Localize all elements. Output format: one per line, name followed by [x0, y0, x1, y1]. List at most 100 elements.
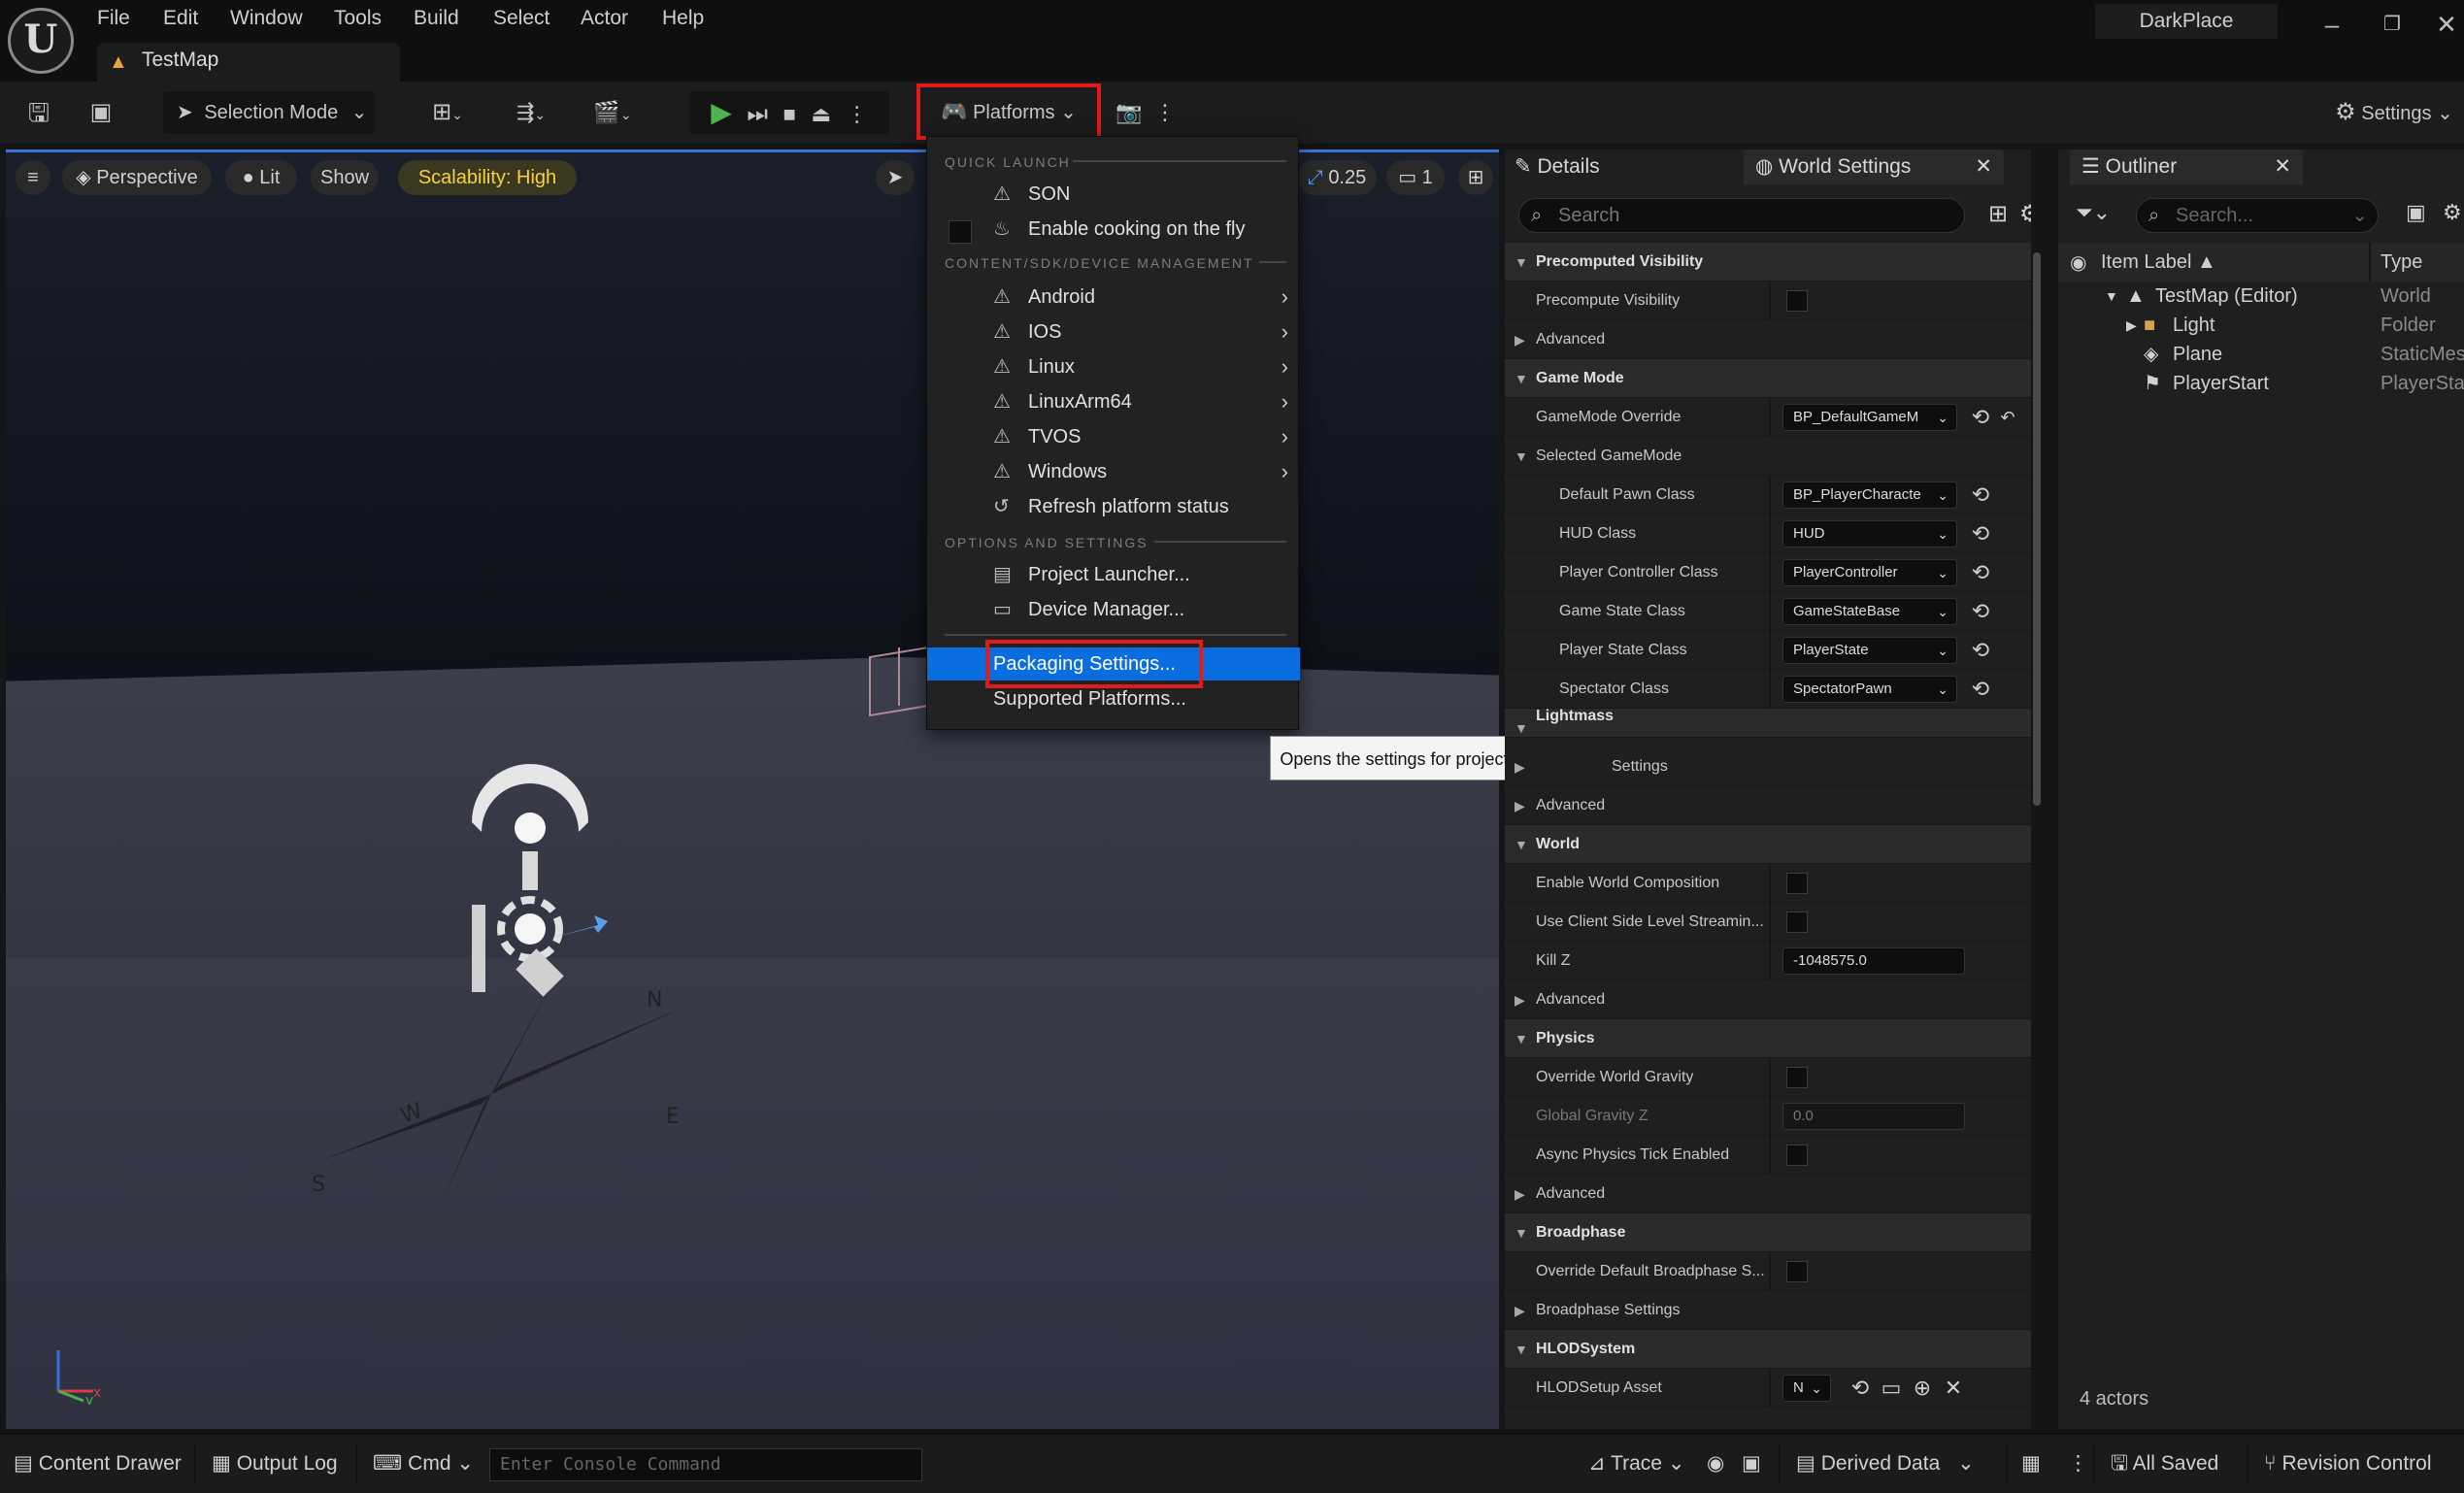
override-broadphase-checkbox[interactable]	[1786, 1261, 1808, 1282]
game-state-combo[interactable]: GameStateBase ⌄	[1782, 598, 1957, 625]
platforms-button[interactable]: 🎮 Platforms ⌄	[916, 83, 1101, 140]
use-selected-icon[interactable]: ⟲	[1847, 1375, 1874, 1402]
menu-item-windows[interactable]: ⚠ Windows ›	[927, 455, 1300, 488]
close-tab-icon[interactable]: ✕	[1975, 149, 1992, 184]
menu-item-ios[interactable]: ⚠ IOS ›	[927, 315, 1300, 348]
level-tab[interactable]: ▲ TestMap	[97, 43, 400, 82]
column-item-label[interactable]: Item Label ▲	[2101, 243, 2216, 282]
menu-tools[interactable]: Tools	[334, 4, 382, 33]
selection-mode-dropdown[interactable]: ➤ Selection Mode ⌄	[163, 91, 375, 134]
minimize-icon[interactable]: –	[2309, 8, 2355, 41]
use-selected-icon[interactable]: ⟲	[1967, 676, 1994, 703]
clear-icon[interactable]: ✕	[1940, 1375, 1967, 1402]
select-tool-icon[interactable]: ➤	[876, 160, 915, 195]
filter-icon[interactable]: ⏷⌄	[2076, 200, 2111, 225]
restore-icon[interactable]: ❐	[2369, 8, 2415, 41]
menu-window[interactable]: Window	[230, 4, 303, 33]
spectator-combo[interactable]: SpectatorPawn ⌄	[1782, 676, 1957, 703]
player-state-combo[interactable]: PlayerState ⌄	[1782, 637, 1957, 664]
override-gravity-checkbox[interactable]	[1786, 1067, 1808, 1088]
camera-icon[interactable]: 📷	[1113, 91, 1146, 134]
menu-item-device-manager[interactable]: ▭ Device Manager...	[927, 593, 1300, 626]
use-selected-icon[interactable]: ⟲	[1967, 637, 1994, 664]
record-icon[interactable]: ◉	[1707, 1444, 1724, 1483]
global-gravity-input[interactable]: 0.0	[1782, 1103, 1965, 1130]
row-advanced[interactable]: ▶ Advanced	[1505, 786, 2031, 825]
menu-item-project-launcher[interactable]: ▤ Project Launcher...	[927, 558, 1300, 591]
column-type[interactable]: Type	[2381, 243, 2422, 282]
hlod-setup-combo[interactable]: N ⌄	[1782, 1375, 1831, 1402]
outliner-settings-icon[interactable]: ⚙	[2443, 200, 2464, 225]
layout-icon[interactable]: ⊞	[1458, 160, 1493, 195]
gamemode-override-combo[interactable]: BP_DefaultGameM ⌄	[1782, 404, 1957, 431]
camera-speed-button[interactable]: ⤢ 0.25	[1297, 160, 1377, 195]
row-advanced[interactable]: ▶ Advanced	[1505, 980, 2031, 1019]
show-button[interactable]: Show	[311, 160, 379, 195]
lit-button[interactable]: ● Lit	[225, 160, 297, 195]
property-matrix-icon[interactable]: ⊞	[1988, 200, 2008, 228]
play-options-icon[interactable]: ⋮	[847, 102, 868, 126]
row-broadphase-settings[interactable]: ▶ Broadphase Settings	[1505, 1291, 2031, 1330]
row-selected-gamemode[interactable]: ▼ Selected GameMode	[1505, 437, 2031, 476]
async-physics-checkbox[interactable]	[1786, 1145, 1808, 1166]
unreal-logo-icon[interactable]: U	[8, 8, 74, 74]
row-advanced[interactable]: ▶ Advanced	[1505, 320, 2031, 359]
browse-content-icon[interactable]: ▣	[80, 91, 122, 134]
outliner-row-light[interactable]: ▶ ■ Light Folder	[2058, 311, 2464, 340]
add-folder-icon[interactable]: ▣	[2406, 200, 2426, 225]
add-icon[interactable]: ⊕	[1909, 1375, 1936, 1402]
eject-icon[interactable]: ⏏	[811, 102, 831, 126]
category-game-mode[interactable]: ▼ Game Mode	[1505, 359, 2031, 398]
precompute-visibility-checkbox[interactable]	[1786, 290, 1808, 312]
menu-edit[interactable]: Edit	[163, 4, 198, 33]
menu-item-son[interactable]: ⚠ SON	[927, 178, 1300, 211]
cmd-dropdown[interactable]: ⌨ Cmd ⌄	[373, 1444, 474, 1483]
cinematics-icon[interactable]: 🎬⌄	[583, 91, 643, 134]
browse-folder-icon[interactable]: ▭	[1878, 1375, 1905, 1402]
menu-build[interactable]: Build	[414, 4, 459, 33]
viewport-menu-icon[interactable]: ≡	[16, 160, 50, 195]
menu-file[interactable]: File	[97, 4, 130, 33]
menu-item-enable-cooking[interactable]: ♨ Enable cooking on the fly	[927, 213, 1300, 246]
visibility-eye-icon[interactable]: ◉	[2070, 250, 2086, 275]
client-streaming-checkbox[interactable]	[1786, 912, 1808, 933]
menu-item-android[interactable]: ⚠ Android ›	[927, 281, 1300, 314]
menu-item-linuxarm64[interactable]: ⚠ LinuxArm64 ›	[927, 385, 1300, 418]
all-saved-button[interactable]: 🖫 All Saved	[2111, 1444, 2218, 1483]
outliner-search-input[interactable]: ⌕ Search... ⌄	[2136, 198, 2379, 233]
add-actor-icon[interactable]: ⊞⌄	[419, 91, 476, 134]
derived-data-dropdown[interactable]: ▤ Derived Data ⌄	[1796, 1444, 1975, 1483]
outliner-row-playerstart[interactable]: ⚑ PlayerStart PlayerSta	[2058, 369, 2464, 398]
category-world[interactable]: ▼ World	[1505, 825, 2031, 864]
menu-item-linux[interactable]: ⚠ Linux ›	[927, 350, 1300, 383]
save-icon[interactable]: 🖫	[19, 91, 58, 134]
step-icon[interactable]: ⏭	[747, 101, 768, 127]
category-physics[interactable]: ▼ Physics	[1505, 1019, 2031, 1058]
tab-outliner[interactable]: ☰ Outliner ✕	[2070, 149, 2303, 184]
menu-item-tvos[interactable]: ⚠ TVOS ›	[927, 420, 1300, 453]
screenshot-icon[interactable]: ▣	[1742, 1444, 1761, 1483]
world-composition-checkbox[interactable]	[1786, 873, 1808, 894]
use-selected-icon[interactable]: ⟲	[1967, 404, 1994, 431]
settings-button[interactable]: ⚙ Settings ⌄	[2326, 91, 2462, 134]
details-search-input[interactable]: ⌕ Search	[1518, 198, 1965, 233]
row-advanced[interactable]: ▶ Advanced	[1505, 1175, 2031, 1213]
category-hlod-system[interactable]: ▼ HLODSystem	[1505, 1330, 2031, 1369]
hud-class-combo[interactable]: HUD ⌄	[1782, 520, 1957, 547]
scalability-badge[interactable]: Scalability: High	[398, 160, 577, 195]
player-controller-combo[interactable]: PlayerController ⌄	[1782, 559, 1957, 586]
stop-icon[interactable]: ■	[783, 102, 796, 126]
play-icon[interactable]: ▶	[711, 97, 732, 127]
use-selected-icon[interactable]: ⟲	[1967, 481, 1994, 509]
camera-count-button[interactable]: ▭ 1	[1386, 160, 1445, 195]
outliner-row-testmap[interactable]: ▼ ▲ TestMap (Editor) World	[2058, 282, 2464, 311]
row-lightmass-settings[interactable]: ▶ Settings	[1505, 747, 2031, 786]
menu-actor[interactable]: Actor	[581, 4, 628, 33]
default-pawn-combo[interactable]: BP_PlayerCharacte ⌄	[1782, 481, 1957, 509]
blueprint-icon[interactable]: ⇶⌄	[501, 91, 561, 134]
close-tab-icon[interactable]: ✕	[2274, 149, 2291, 184]
details-settings-icon[interactable]: ⚙	[2019, 200, 2031, 228]
category-precomputed-visibility[interactable]: ▼ Precomputed Visibility	[1505, 243, 2031, 282]
menu-select[interactable]: Select	[493, 4, 549, 33]
close-window-icon[interactable]: ✕	[2423, 8, 2464, 41]
